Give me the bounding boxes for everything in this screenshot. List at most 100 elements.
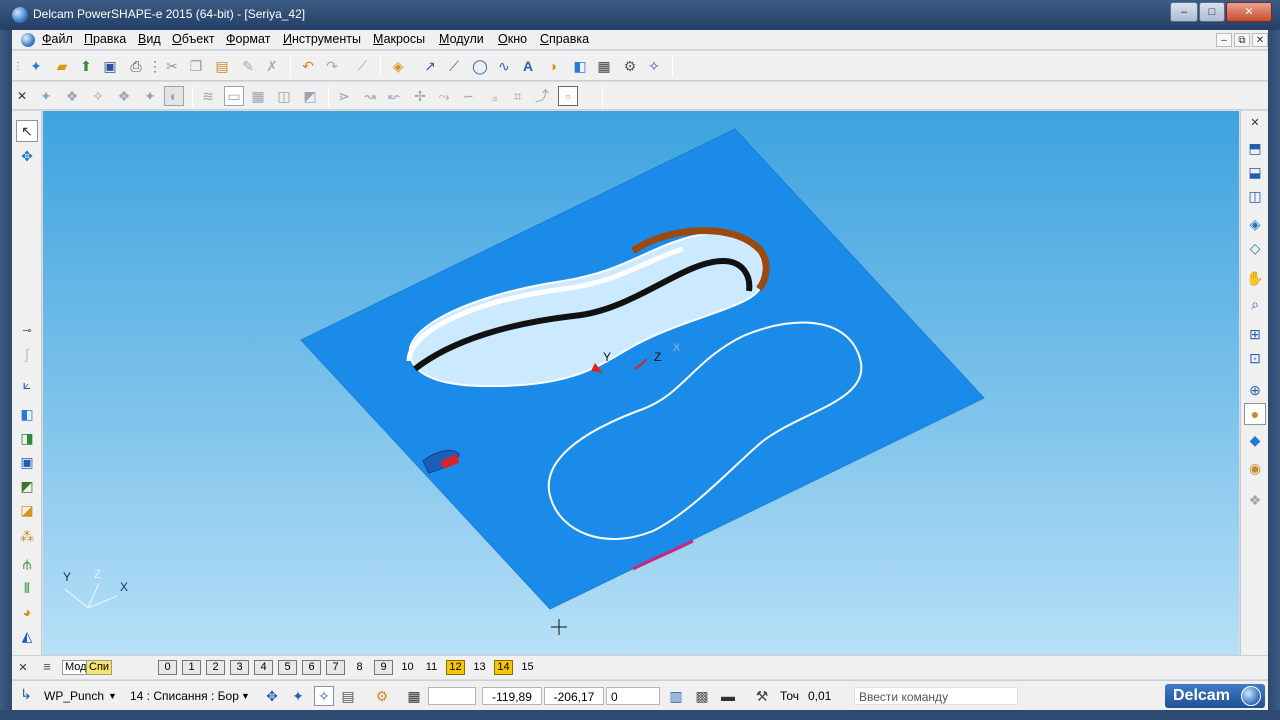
cut-icon[interactable]: ✂ <box>162 56 182 76</box>
menu-macros[interactable]: Макросы <box>373 32 425 46</box>
view-iso2-icon[interactable]: ◇ <box>1244 237 1266 259</box>
level-button-2[interactable]: 2 <box>206 660 225 675</box>
edit-tool-icon[interactable]: ✦ <box>36 86 56 106</box>
edit-tool-icon[interactable]: ✧ <box>88 86 108 106</box>
menu-modules[interactable]: Модули <box>439 32 484 46</box>
paintbrush-icon[interactable]: ✎ <box>238 56 258 76</box>
level-button-1[interactable]: 1 <box>182 660 201 675</box>
coordinate-mode-icon[interactable]: ▥ <box>666 686 686 706</box>
edit-tool-icon[interactable]: ⤴ <box>532 86 552 106</box>
edit-tool-icon[interactable]: ↝ <box>360 86 380 106</box>
maximize-button[interactable]: □ <box>1199 2 1225 22</box>
menu-object[interactable]: Объект <box>172 32 215 46</box>
menu-tools[interactable]: Инструменты <box>283 32 361 46</box>
grid-icon[interactable]: ▦ <box>404 686 424 706</box>
punch-plate[interactable] <box>300 128 985 610</box>
mold-icon[interactable]: ⫴ <box>16 577 38 599</box>
level-button-4[interactable]: 4 <box>254 660 273 675</box>
shaded-icon[interactable]: ● <box>1244 403 1266 425</box>
line-icon[interactable]: ⟋ <box>444 56 464 76</box>
menu-window[interactable]: Окно <box>498 32 527 46</box>
edit-tool-active-icon[interactable]: ◐ <box>164 86 184 106</box>
arc-icon[interactable]: ◯ <box>470 56 490 76</box>
menu-view[interactable]: Вид <box>138 32 161 46</box>
coord-z-field[interactable]: 0 <box>606 687 660 705</box>
edit-tool-icon[interactable]: ⤳ <box>434 86 454 106</box>
undo-icon[interactable]: ↶ <box>298 56 318 76</box>
model-tree-icon[interactable]: ◈ <box>388 56 408 76</box>
mesh-icon[interactable]: ▦ <box>594 56 614 76</box>
zoom-fit-icon[interactable]: ⊡ <box>1244 347 1266 369</box>
level-button-12[interactable]: 12 <box>446 660 465 675</box>
level-button-7[interactable]: 7 <box>326 660 345 675</box>
select-mode-icon[interactable]: ✧ <box>314 686 334 706</box>
level-button-3[interactable]: 3 <box>230 660 249 675</box>
mesh-tool-icon[interactable]: ◭ <box>16 625 38 647</box>
dropdown-icon[interactable]: ⋮ <box>148 56 162 76</box>
edit-tool-icon[interactable]: ⟓ <box>484 86 504 106</box>
view-iso-icon[interactable]: ◈ <box>1244 213 1266 235</box>
tolerance-icon[interactable]: ⚒ <box>752 686 772 706</box>
edit-tool-icon[interactable]: ◩ <box>300 86 320 106</box>
coord-x-field[interactable]: -119,89 <box>482 687 542 705</box>
edit-tool-icon[interactable]: ▭ <box>224 86 244 106</box>
solid-box-icon[interactable]: ◧ <box>16 403 38 425</box>
solid-icon[interactable]: ◧ <box>570 56 590 76</box>
electrode-icon[interactable]: ⫛ <box>16 553 38 575</box>
edit-tool-icon[interactable]: ◫ <box>274 86 294 106</box>
zoom-icon[interactable]: ⌕ <box>1244 293 1266 315</box>
close-toolbar-icon[interactable]: ✕ <box>12 86 32 106</box>
menu-format[interactable]: Формат <box>226 32 270 46</box>
close-levels-icon[interactable]: ✕ <box>14 657 32 677</box>
import-icon[interactable]: ⬆ <box>76 56 96 76</box>
delete-icon[interactable]: ✗ <box>262 56 282 76</box>
coord-blank-field[interactable] <box>428 687 476 705</box>
workplane-status-icon[interactable]: ↳ <box>16 686 36 706</box>
curve-tool-icon[interactable]: ∫ <box>16 343 38 365</box>
level-button-6[interactable]: 6 <box>302 660 321 675</box>
save-icon[interactable]: ▣ <box>100 56 120 76</box>
edit-tool-icon[interactable]: ❖ <box>62 86 82 106</box>
block-icon[interactable]: ▣ <box>16 451 38 473</box>
array-icon[interactable]: ⁂ <box>16 525 38 547</box>
edit-tool-icon[interactable]: ❖ <box>114 86 134 106</box>
pin-icon[interactable]: ⊸ <box>16 319 38 341</box>
level-button-9[interactable]: 9 <box>374 660 393 675</box>
level-select[interactable]: 14 : Списання : Бор <box>130 687 240 705</box>
ruler-icon[interactable]: ⟋ <box>352 56 372 76</box>
surface-icon[interactable]: ◗ <box>544 56 564 76</box>
edit-tool-icon[interactable]: ✦ <box>140 86 160 106</box>
cube-icon[interactable]: ◩ <box>16 475 38 497</box>
curve-icon[interactable]: ∿ <box>494 56 514 76</box>
level-button-0[interactable]: 0 <box>158 660 177 675</box>
level-button-8[interactable]: 8 <box>350 660 369 675</box>
edit-tool-icon[interactable]: ⋗ <box>334 86 354 106</box>
close-toolbar-icon[interactable]: ✕ <box>1244 111 1266 133</box>
text-icon[interactable]: A <box>518 56 538 76</box>
surface-tool-icon[interactable]: ◪ <box>16 499 38 521</box>
chevron-down-icon[interactable]: ▼ <box>241 687 251 705</box>
level-button-15[interactable]: 15 <box>518 660 537 675</box>
edit-tool-icon[interactable]: ≋ <box>198 86 218 106</box>
new-icon[interactable]: ✦ <box>26 56 46 76</box>
snap-icon[interactable]: ⚙ <box>372 686 392 706</box>
selection-filter-icon[interactable]: ✥ <box>262 686 282 706</box>
minimize-button[interactable]: – <box>1170 2 1198 22</box>
level-button-14[interactable]: 14 <box>494 660 513 675</box>
edit-tool-icon[interactable]: ⌗ <box>508 86 528 106</box>
print-icon[interactable]: ⎙ <box>126 56 146 76</box>
edit-tool-icon[interactable]: ✢ <box>410 86 430 106</box>
zoom-box-icon[interactable]: ⊞ <box>1244 323 1266 345</box>
view-side-icon[interactable]: ◫ <box>1244 185 1266 207</box>
view-front-icon[interactable]: ⬓ <box>1244 161 1266 183</box>
ruler-status-icon[interactable]: ▬ <box>718 686 738 706</box>
command-input[interactable]: Ввести команду <box>854 687 1018 705</box>
smart-cursor-icon[interactable]: ✥ <box>16 145 38 167</box>
edit-tool-icon[interactable]: ↜ <box>384 86 404 106</box>
menu-help[interactable]: Справка <box>540 32 589 46</box>
select-arrow-icon[interactable]: ↖ <box>16 120 38 142</box>
render-icon[interactable]: ❖ <box>1244 489 1266 511</box>
solid-feature-icon[interactable]: ◨ <box>16 427 38 449</box>
wizard-icon[interactable]: ✧ <box>644 56 664 76</box>
levels-icon[interactable]: ≡ <box>38 659 56 675</box>
